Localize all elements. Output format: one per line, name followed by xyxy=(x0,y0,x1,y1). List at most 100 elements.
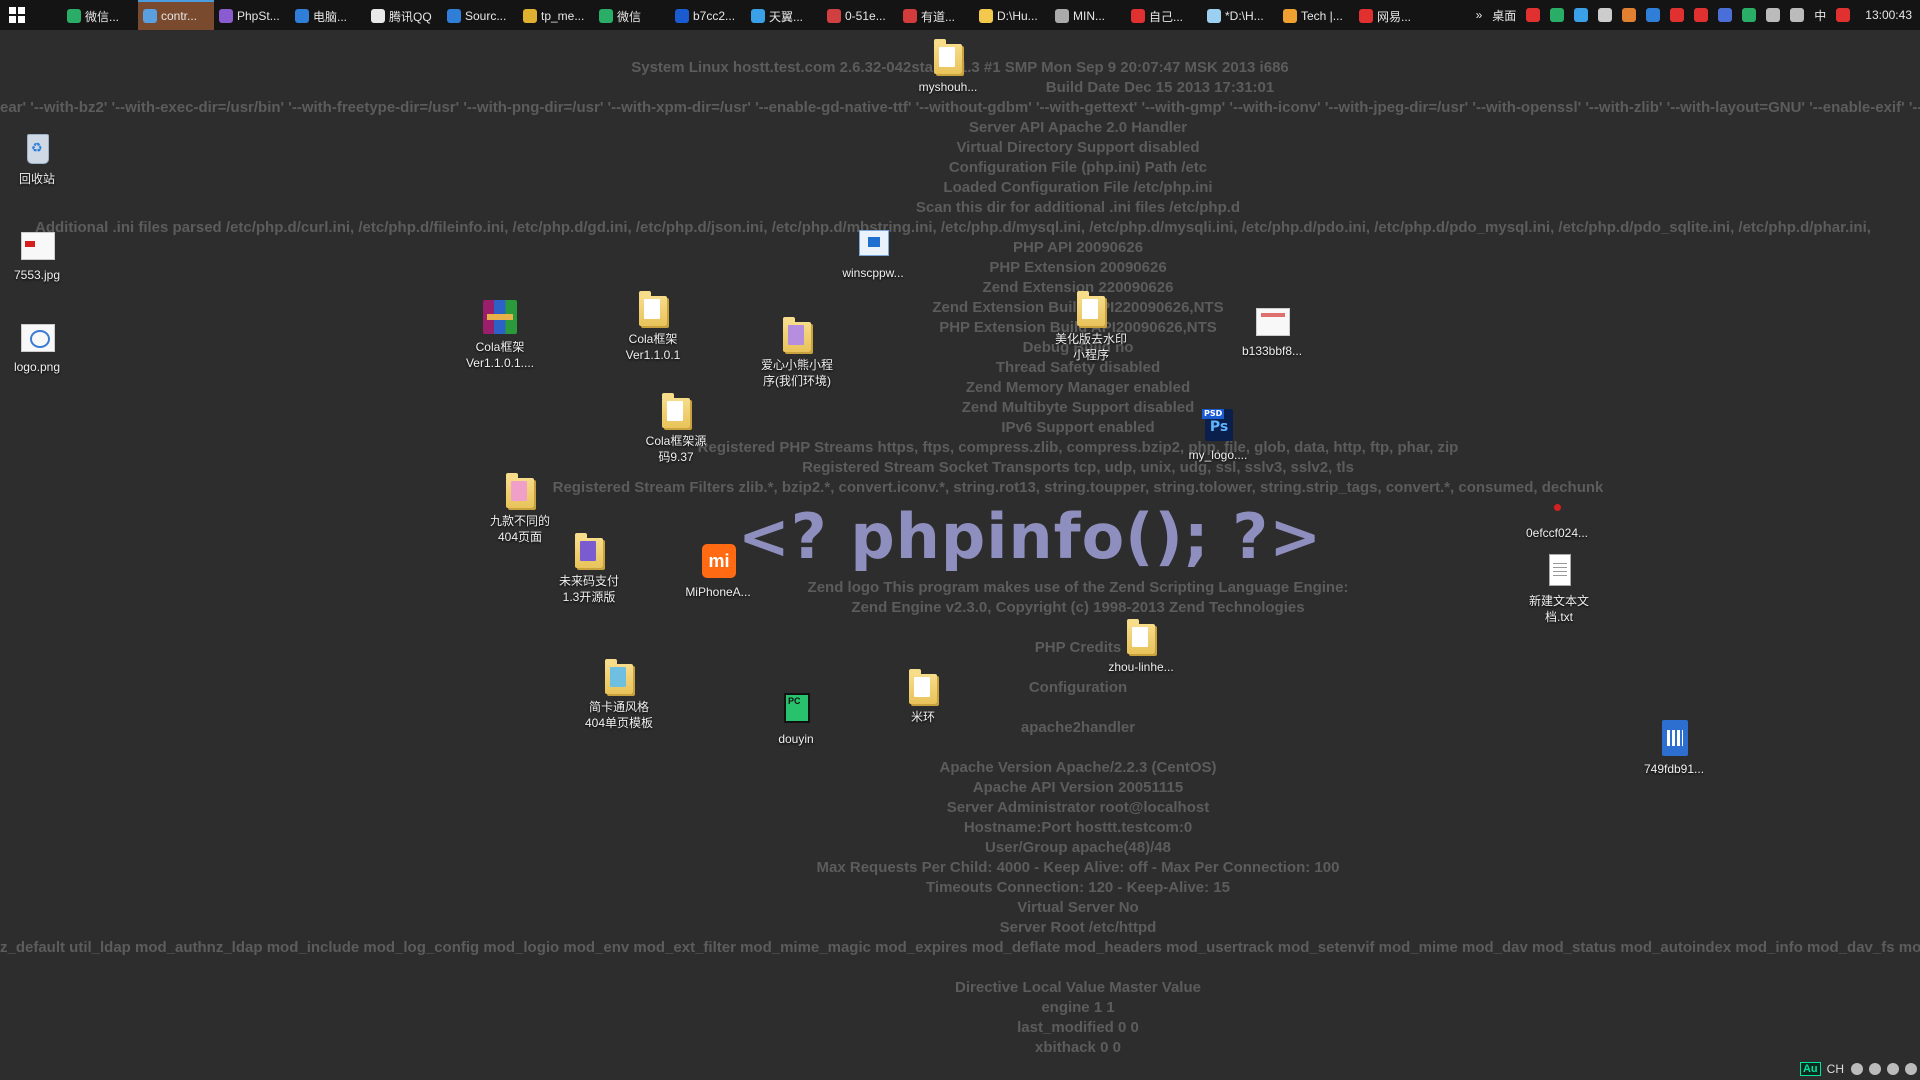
tray-wechat-icon[interactable] xyxy=(1550,8,1565,22)
tray-overflow-label[interactable]: » xyxy=(1476,8,1483,22)
desktop-icon-jianka-folder[interactable]: 简卡通风格 404单页模板 xyxy=(574,658,664,731)
desktop-icon-label: 0efccf024... xyxy=(1525,526,1589,540)
taskbar-item-label: contr... xyxy=(161,9,198,23)
desktop-icon-winscp[interactable]: winscppw... xyxy=(828,224,918,281)
wp-line-ini-parsed: Additional .ini files parsed /etc/php.d/… xyxy=(35,219,1871,236)
tray-grid-icon[interactable] xyxy=(1598,8,1613,22)
ime-language-label[interactable]: CH xyxy=(1827,1062,1844,1076)
desktop-icon-label: 爱心小熊小程 序(我们环境) xyxy=(760,358,833,388)
taskbar-item-chrome[interactable]: tp_me... xyxy=(518,0,594,30)
tray-app2-icon[interactable] xyxy=(1622,8,1637,22)
user-icon[interactable] xyxy=(1887,1063,1899,1075)
desktop-icon-meihua-folder[interactable]: 美化版去水印 小程序 xyxy=(1046,290,1136,363)
taskbar-item-controller[interactable]: contr... xyxy=(138,0,214,30)
taskbar-item-label: D:\Hu... xyxy=(997,9,1038,23)
wp-line-php-build: PHP Extension Build API20090626,NTS xyxy=(939,319,1217,336)
desktop-icon-myshouh[interactable]: myshouh... xyxy=(903,38,993,95)
wp-line-memory-manager: Zend Memory Manager enabled xyxy=(965,379,1191,396)
taskbar-item-tianyi[interactable]: 天翼... xyxy=(746,0,822,30)
desktop-icon-cola-source[interactable]: Cola框架源 码9.37 xyxy=(631,392,721,465)
desktop-icon-recycle-bin[interactable]: 回收站 xyxy=(0,130,82,187)
taskbar-item-label: MIN... xyxy=(1073,9,1105,23)
volume-muted-icon[interactable] xyxy=(1790,8,1805,22)
pycharm-icon: PC xyxy=(779,690,813,728)
desktop[interactable]: System Linux hostt.test.com 2.6.32-042st… xyxy=(0,0,1920,1080)
taskbar-item-youdao[interactable]: 有道... xyxy=(898,0,974,30)
desktop-icon-label: 简卡通风格 404单页模板 xyxy=(584,700,654,730)
taskbar-item-explorer[interactable]: D:\Hu... xyxy=(974,0,1050,30)
desktop-icon-logo[interactable]: logo.png xyxy=(0,318,82,375)
wp-line-config-path: Configuration File (php.ini) Path /etc xyxy=(948,159,1208,176)
controller-icon xyxy=(143,9,157,23)
tray-monitor-icon[interactable] xyxy=(1766,8,1781,22)
taskbar-item-pc-manager[interactable]: 电脑... xyxy=(290,0,366,30)
desktop-icon-label: Cola框架 Ver1.1.0.1.... xyxy=(465,340,535,370)
ime-indicator[interactable]: 中 xyxy=(1814,7,1826,24)
taskbar-item-min[interactable]: MIN... xyxy=(1050,0,1126,30)
taskbar-item-weibo[interactable]: 自己... xyxy=(1126,0,1202,30)
taskbar-item-wechat-2[interactable]: 微信 xyxy=(594,0,670,30)
desktop-icon-b133bbf8[interactable]: b133bbf8... xyxy=(1227,302,1317,359)
sourcetree-icon xyxy=(447,9,461,23)
moon-icon[interactable] xyxy=(1851,1063,1863,1075)
wp-line-ipv6: IPv6 Support enabled xyxy=(1001,419,1155,436)
desktop-icon-cola-folder[interactable]: Cola框架 Ver1.1.0.1 xyxy=(608,290,698,363)
tray-desktop-label[interactable]: 桌面 xyxy=(1492,7,1516,24)
windows-logo-icon xyxy=(9,7,25,23)
taskbar-item-label: tp_me... xyxy=(541,9,585,23)
desktop-icon-label: 美化版去水印 小程序 xyxy=(1054,332,1127,362)
taskbar-item-label: PhpSt... xyxy=(237,9,280,23)
desktop-icon-miphone[interactable]: mi MiPhoneA... xyxy=(673,543,763,600)
desktop-icon-douyin[interactable]: PC douyin xyxy=(751,690,841,747)
start-button[interactable] xyxy=(0,0,34,30)
taskbar-item-sourcetree[interactable]: Sourc... xyxy=(442,0,518,30)
tray-upload-icon[interactable] xyxy=(1718,8,1733,22)
desktop-icon-label: Cola框架 Ver1.1.0.1 xyxy=(625,332,681,362)
desktop-icon-new-txt[interactable]: 新建文本文 档.txt xyxy=(1514,552,1604,625)
app-icon xyxy=(1055,9,1069,23)
desktop-icon-cola-archive[interactable]: Cola框架 Ver1.1.0.1.... xyxy=(455,298,545,371)
desktop-icon-mihuan-folder[interactable]: 米环 xyxy=(878,668,968,725)
taskbar-item-notepad[interactable]: *D:\H... xyxy=(1202,0,1278,30)
desktop-icon-label: my_logo.... xyxy=(1188,448,1248,462)
desktop-icon-aixin-folder[interactable]: 爱心小熊小程 序(我们环境) xyxy=(752,316,842,389)
taskbar-item-qq[interactable]: 腾讯QQ xyxy=(366,0,442,30)
tray-cloud-icon[interactable] xyxy=(1574,8,1589,22)
taskbar-item-phpstorm[interactable]: PhpSt... xyxy=(214,0,290,30)
tray-sogou-icon[interactable] xyxy=(1836,8,1851,22)
desktop-icon-label: winscppw... xyxy=(842,266,904,280)
taskbar-item-label: Sourc... xyxy=(465,9,507,23)
desktop-icon-7553[interactable]: 7553.jpg xyxy=(0,226,82,283)
tray-qq-icon[interactable] xyxy=(1670,8,1685,22)
tray-network-icon[interactable] xyxy=(1742,8,1757,22)
desktop-icon-0efccf024[interactable]: 0efccf024... xyxy=(1512,484,1602,541)
desktop-icon-label: b133bbf8... xyxy=(1241,344,1303,358)
tray-qq2-icon[interactable] xyxy=(1694,8,1709,22)
taskbar-item-label: 电脑... xyxy=(313,9,348,24)
taskbar-item-firefox[interactable]: Tech |... xyxy=(1278,0,1354,30)
taskbar-item-photoshop[interactable]: b7cc2... xyxy=(670,0,746,30)
desktop-icon-label: zhou-linhe... xyxy=(1108,660,1174,674)
wp-line-server-api: Server API Apache 2.0 Handler xyxy=(968,119,1188,136)
desktop-icon-749fdb91[interactable]: 749fdb91... xyxy=(1629,720,1719,777)
taskbar-item-netease[interactable]: 网易... xyxy=(1354,0,1430,30)
qq-icon xyxy=(371,9,385,23)
xiaomi-icon: mi xyxy=(701,543,736,581)
audition-icon[interactable]: Au xyxy=(1799,1062,1821,1076)
wrench-icon[interactable] xyxy=(1905,1063,1917,1075)
taskbar-item-wechat[interactable]: 微信... xyxy=(62,0,138,30)
wp-line-xbithack: xbithack 0 0 xyxy=(1035,1039,1121,1056)
taskbar-item-label: 网易... xyxy=(1377,9,1412,24)
punctuation-icon[interactable] xyxy=(1869,1063,1881,1075)
tray-shield-icon[interactable] xyxy=(1646,8,1661,22)
desktop-icon-weilai-folder[interactable]: 未来码支付 1.3开源版 xyxy=(544,532,634,605)
tray-app-icon[interactable] xyxy=(1526,8,1541,22)
taskbar-item-image-viewer[interactable]: 0-51e... xyxy=(822,0,898,30)
desktop-icon-label: Cola框架源 码9.37 xyxy=(645,434,707,464)
taskbar-item-label: 腾讯QQ xyxy=(389,9,432,24)
desktop-icon-label: 新建文本文 档.txt xyxy=(1528,594,1589,624)
desktop-icon-zhou-linhe[interactable]: zhou-linhe... xyxy=(1096,618,1186,675)
taskbar-clock[interactable]: 13:00:43 xyxy=(1865,8,1912,22)
desktop-icon-my-logo[interactable]: Ps my_logo.... xyxy=(1173,406,1263,463)
taskbar-apps: 微信... contr... PhpSt... 电脑... 腾讯QQ Sourc… xyxy=(62,0,1430,30)
